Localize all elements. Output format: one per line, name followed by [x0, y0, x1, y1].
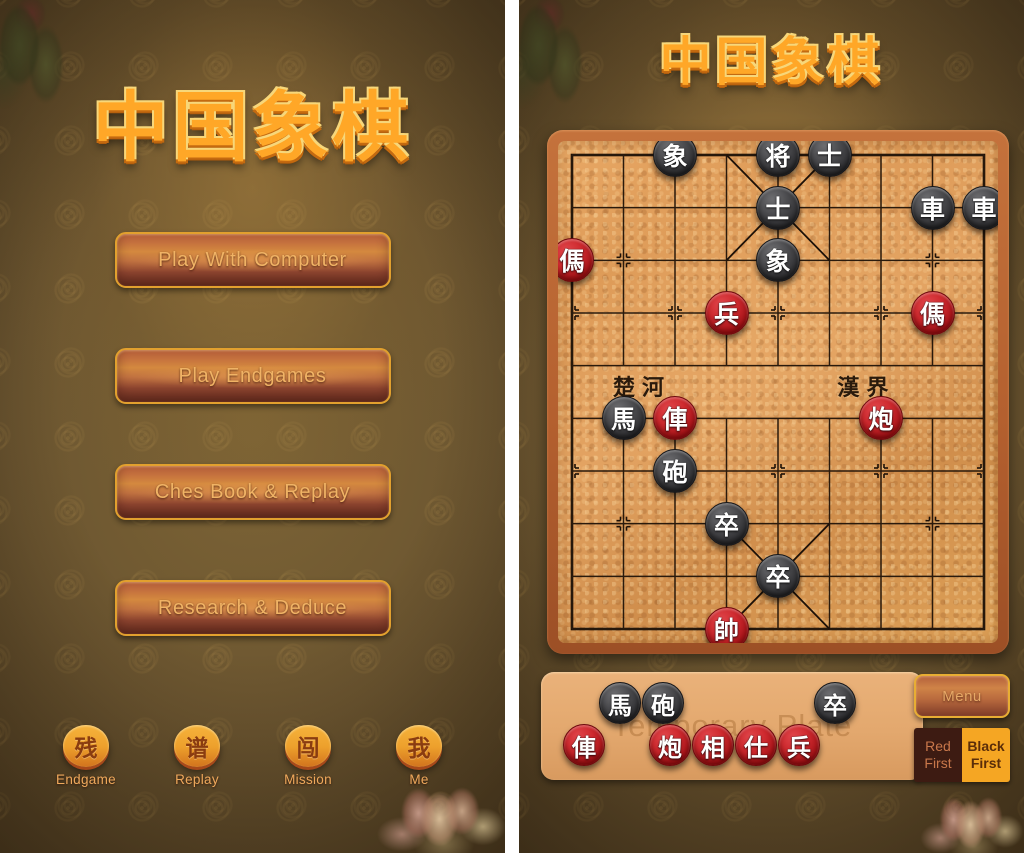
me-coin-icon: 我: [396, 725, 442, 767]
plate-piece-black-5[interactable]: 卒: [814, 682, 856, 724]
board-editor-screen: 中国象棋 楚河 漢界 象将士士車車傌象兵傌馬俥炮砲卒卒帥 Temporary P…: [519, 0, 1024, 853]
main-menu-screen: 中国象棋 Play With Computer Play Endgames Ch…: [0, 0, 505, 853]
plate-piece-black-0[interactable]: 馬: [599, 682, 641, 724]
lotus-decoration-icon: [914, 781, 1024, 853]
tab-mission[interactable]: 闯 Mission: [262, 725, 354, 787]
plate-piece-red-5[interactable]: 兵: [778, 724, 820, 766]
board-piece-red-3-9[interactable]: 帥: [704, 607, 749, 643]
chess-book-replay-button[interactable]: Ches Book & Replay: [114, 464, 391, 520]
button-label: Play With Computer: [158, 248, 347, 271]
plate-piece-red-3[interactable]: 相: [692, 724, 734, 766]
board-piece-black-1-5[interactable]: 馬: [601, 396, 646, 441]
replay-coin-icon: 谱: [174, 725, 220, 767]
chess-board-frame: 楚河 漢界 象将士士車車傌象兵傌馬俥炮砲卒卒帥: [547, 130, 1009, 654]
board-piece-red-7-3[interactable]: 傌: [910, 291, 955, 335]
red-first-line2: First: [924, 755, 952, 771]
tab-endgame[interactable]: 残 Endgame: [40, 725, 132, 787]
plate-piece-red-4[interactable]: 仕: [735, 724, 777, 766]
black-first-option[interactable]: Black First: [962, 728, 1010, 782]
mission-coin-icon: 闯: [285, 725, 331, 767]
board-piece-black-8-1[interactable]: 車: [962, 185, 998, 230]
red-first-line1: Red: [925, 737, 951, 754]
board-piece-black-7-1[interactable]: 車: [910, 185, 955, 230]
plate-piece-red-2[interactable]: 炮: [649, 724, 691, 766]
endgame-coin-icon: 残: [63, 725, 109, 767]
panel-divider: [505, 0, 519, 853]
button-label: Ches Book & Replay: [154, 480, 351, 503]
board-piece-red-2-5[interactable]: 俥: [653, 396, 697, 441]
board-piece-black-4-1[interactable]: 士: [756, 185, 800, 230]
board-piece-red-3-3[interactable]: 兵: [704, 291, 749, 335]
play-endgames-button[interactable]: Play Endgames: [114, 348, 391, 404]
plate-row-black: 馬砲 卒: [599, 682, 905, 724]
bottom-tab-bar: 残 Endgame 谱 Replay 闯 Mission 我 Me: [40, 725, 465, 787]
button-label: Play Endgames: [178, 364, 327, 387]
main-menu-list: Play With Computer Play Endgames Ches Bo…: [0, 232, 505, 696]
plate-piece-black-1[interactable]: 砲: [642, 682, 684, 724]
chess-board[interactable]: 楚河 漢界 象将士士車車傌象兵傌馬俥炮砲卒卒帥: [558, 141, 998, 643]
board-piece-red-6-5[interactable]: 炮: [858, 396, 903, 441]
temporary-plate[interactable]: Temporary Plate 馬砲卒 俥炮相仕兵: [541, 672, 923, 780]
board-piece-black-4-2[interactable]: 象: [756, 238, 800, 283]
tab-label: Mission: [284, 772, 332, 787]
red-first-option[interactable]: Red First: [914, 728, 962, 782]
board-piece-black-4-8[interactable]: 卒: [756, 554, 800, 599]
tab-replay[interactable]: 谱 Replay: [151, 725, 243, 787]
page-title: 中国象棋: [91, 82, 413, 174]
tab-label: Replay: [175, 772, 219, 787]
play-with-computer-button[interactable]: Play With Computer: [114, 232, 391, 288]
page-title: 中国象棋: [658, 32, 884, 95]
plate-row-red: 俥 炮相仕兵: [563, 724, 905, 766]
black-first-line2: First: [970, 755, 1002, 771]
menu-button[interactable]: Menu: [914, 674, 1010, 718]
tab-label: Endgame: [56, 772, 116, 787]
black-first-line1: Black: [967, 737, 1005, 754]
board-piece-black-2-6[interactable]: 砲: [653, 449, 697, 493]
board-piece-black-3-7[interactable]: 卒: [704, 501, 749, 546]
tab-me[interactable]: 我 Me: [373, 725, 465, 787]
menu-button-label: Menu: [942, 687, 982, 705]
first-move-toggle: Red First Black First: [914, 728, 1010, 782]
plate-piece-red-0[interactable]: 俥: [563, 724, 605, 766]
research-deduce-button[interactable]: Research & Deduce: [114, 580, 391, 636]
app-root: 中国象棋 Play With Computer Play Endgames Ch…: [0, 0, 1024, 853]
tab-label: Me: [409, 772, 429, 787]
button-label: Research & Deduce: [157, 596, 348, 619]
